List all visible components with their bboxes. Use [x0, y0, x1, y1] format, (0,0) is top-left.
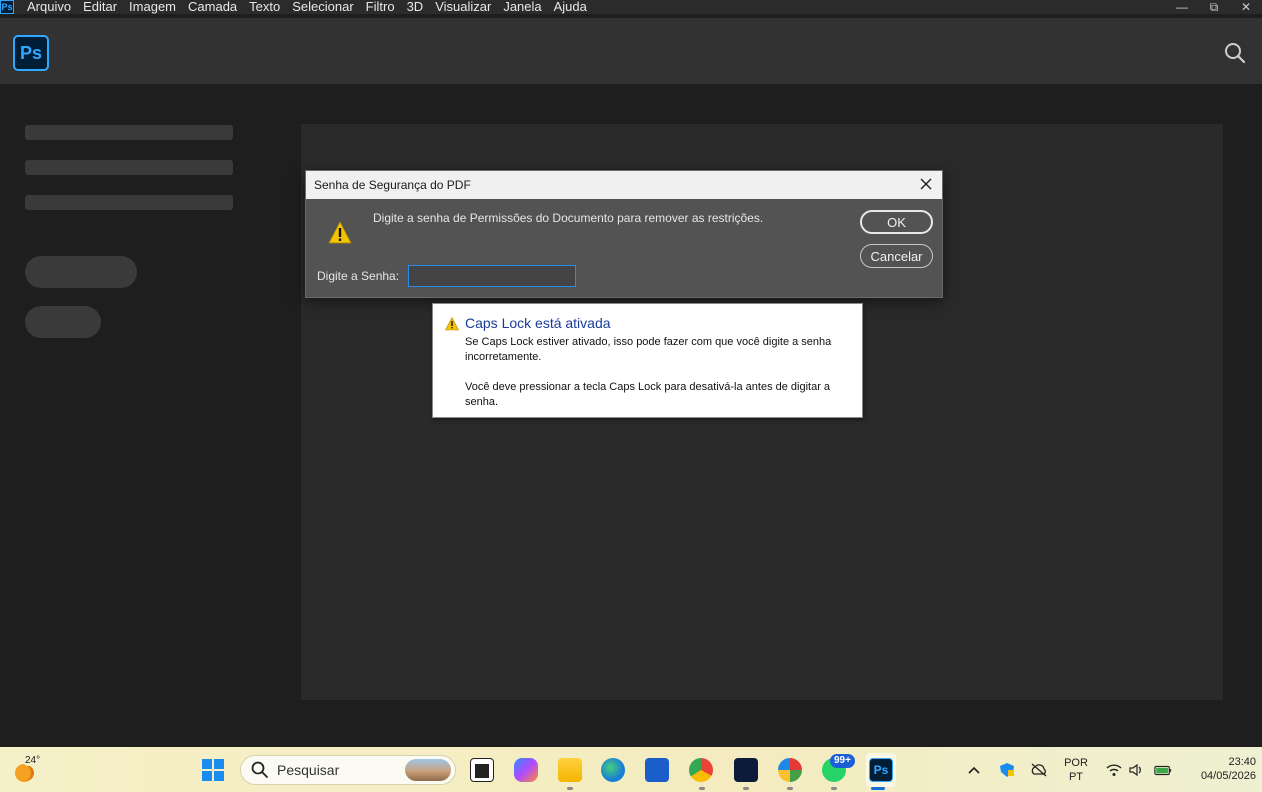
- close-icon[interactable]: [918, 176, 934, 192]
- pdf-password-dialog: Senha de Segurança do PDF Digite a senha…: [305, 170, 943, 298]
- menu-3d[interactable]: 3D: [401, 0, 430, 14]
- menu-editar[interactable]: Editar: [77, 0, 123, 14]
- menu-selecionar[interactable]: Selecionar: [286, 0, 359, 14]
- file-explorer-icon[interactable]: [558, 758, 582, 782]
- running-indicator: [787, 787, 793, 790]
- search-placeholder: Pesquisar: [277, 762, 340, 778]
- photoshop-small-icon: Ps: [0, 0, 14, 14]
- running-indicator: [743, 787, 749, 790]
- app-a-icon[interactable]: [734, 758, 758, 782]
- tooltip-text: Se Caps Lock estiver ativado, isso pode …: [465, 336, 832, 363]
- loading-placeholder-pill: [25, 256, 137, 288]
- cancel-button[interactable]: Cancelar: [860, 244, 933, 268]
- cloud-offline-icon[interactable]: [1030, 762, 1048, 778]
- search-highlight-image: [405, 759, 451, 781]
- battery-charging-icon[interactable]: [1154, 762, 1172, 778]
- running-indicator: [699, 787, 705, 790]
- chrome-icon[interactable]: [689, 758, 713, 782]
- tooltip-title: Caps Lock está ativada: [465, 315, 611, 331]
- menu-imagem[interactable]: Imagem: [123, 0, 182, 14]
- menu-bar: Ps Arquivo Editar Imagem Camada Texto Se…: [0, 0, 1262, 14]
- wifi-icon[interactable]: [1105, 762, 1123, 778]
- menu-filtro[interactable]: Filtro: [360, 0, 401, 14]
- search-icon: [251, 761, 268, 778]
- password-input[interactable]: [408, 265, 576, 287]
- copilot-icon[interactable]: [514, 758, 538, 782]
- taskbar: 24° Pesquisar 99+ Ps POR PT 23:40 04/05/…: [0, 747, 1262, 792]
- loading-placeholder: [25, 160, 233, 175]
- running-indicator: [831, 787, 837, 790]
- photoshop-taskbar-icon[interactable]: Ps: [869, 758, 893, 782]
- clock[interactable]: 23:40 04/05/2026: [1186, 756, 1256, 782]
- language-indicator[interactable]: POR PT: [1061, 757, 1091, 783]
- menu-camada[interactable]: Camada: [182, 0, 243, 14]
- temperature: 24°: [23, 755, 43, 766]
- date: 04/05/2026: [1200, 770, 1256, 782]
- menu-janela[interactable]: Janela: [497, 0, 547, 14]
- chevron-up-icon[interactable]: [965, 762, 983, 778]
- loading-placeholder: [25, 125, 233, 140]
- warning-icon: [328, 221, 352, 244]
- taskbar-search[interactable]: Pesquisar: [240, 755, 456, 785]
- dialog-message: Digite a senha de Permissões do Document…: [373, 211, 764, 225]
- menu-texto[interactable]: Texto: [243, 0, 286, 14]
- notification-badge: 99+: [830, 754, 855, 768]
- windows-start-icon[interactable]: [202, 759, 224, 781]
- keyboard-layout: PT: [1068, 771, 1084, 783]
- security-shield-icon[interactable]: [998, 762, 1016, 778]
- active-indicator: [871, 787, 885, 790]
- home-header: Ps: [0, 18, 1262, 84]
- warning-icon: [445, 317, 459, 331]
- store-icon[interactable]: [645, 758, 669, 782]
- edge-icon[interactable]: [601, 758, 625, 782]
- time: 23:40: [1228, 756, 1256, 768]
- volume-icon[interactable]: [1128, 762, 1146, 778]
- dialog-title-bar: Senha de Segurança do PDF: [306, 171, 942, 199]
- ok-button[interactable]: OK: [860, 210, 933, 234]
- restore-button[interactable]: ⧉: [1198, 0, 1230, 14]
- app-swirl-icon[interactable]: [778, 758, 802, 782]
- search-icon[interactable]: [1224, 42, 1246, 64]
- menu-visualizar[interactable]: Visualizar: [429, 0, 497, 14]
- language-code: POR: [1064, 757, 1088, 769]
- password-label: Digite a Senha:: [317, 269, 400, 283]
- caps-lock-tooltip: Caps Lock está ativada Se Caps Lock esti…: [432, 303, 863, 418]
- task-view-icon[interactable]: [470, 758, 494, 782]
- loading-placeholder: [25, 195, 233, 210]
- loading-placeholder-pill: [25, 306, 101, 338]
- tooltip-text: Você deve pressionar a tecla Caps Lock p…: [465, 381, 831, 408]
- close-window-button[interactable]: ✕: [1230, 0, 1262, 14]
- menu-ajuda[interactable]: Ajuda: [548, 0, 593, 14]
- window-controls: — ⧉ ✕: [1166, 0, 1262, 14]
- running-indicator: [567, 787, 573, 790]
- dialog-title: Senha de Segurança do PDF: [314, 178, 471, 192]
- menu-arquivo[interactable]: Arquivo: [14, 0, 77, 14]
- minimize-button[interactable]: —: [1166, 0, 1198, 14]
- photoshop-logo[interactable]: Ps: [13, 35, 49, 71]
